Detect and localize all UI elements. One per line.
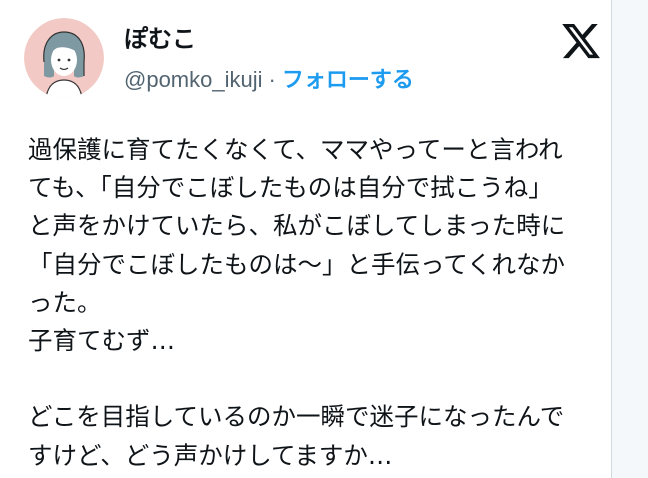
- tweet-text: 過保護に育てたくなくて、ママやってーと言われ ても、「自分でこぼしたものは自分で…: [28, 131, 614, 475]
- tweet-line: すけど、どう声かけしてますか…: [28, 440, 393, 470]
- tweet-line: 子育てむず…: [28, 325, 175, 355]
- tweet-line: った。: [28, 287, 102, 317]
- display-name[interactable]: ぽむこ: [124, 24, 196, 54]
- tweet-line: ても、「自分でこぼしたものは自分で拭こうね」: [28, 173, 553, 203]
- tweet-line: と声をかけていたら、私がこぼしてしまった時に: [28, 211, 566, 241]
- tweet-line: 「自分でこぼしたものは〜」と手伝ってくれなか: [28, 249, 566, 279]
- page-background-edge: [612, 0, 648, 478]
- x-logo-icon[interactable]: [560, 20, 602, 62]
- follow-button[interactable]: フォローする: [282, 68, 414, 93]
- separator-dot: ·: [268, 67, 276, 92]
- avatar[interactable]: [24, 18, 104, 98]
- tweet-line: どこを目指しているのか一瞬で迷子になったんで: [28, 402, 565, 432]
- tweet-line: 過保護に育てたくなくて、ママやってーと言われ: [28, 135, 563, 164]
- tweet-line: [28, 360, 614, 398]
- user-handle[interactable]: @pomko_ikuji: [124, 67, 263, 92]
- tweet-card: ぽむこ @pomko_ikuji · フォローする 過保護に育てたくなくて、ママやっ…: [0, 0, 612, 478]
- handle-row: @pomko_ikuji · フォローする: [124, 66, 414, 95]
